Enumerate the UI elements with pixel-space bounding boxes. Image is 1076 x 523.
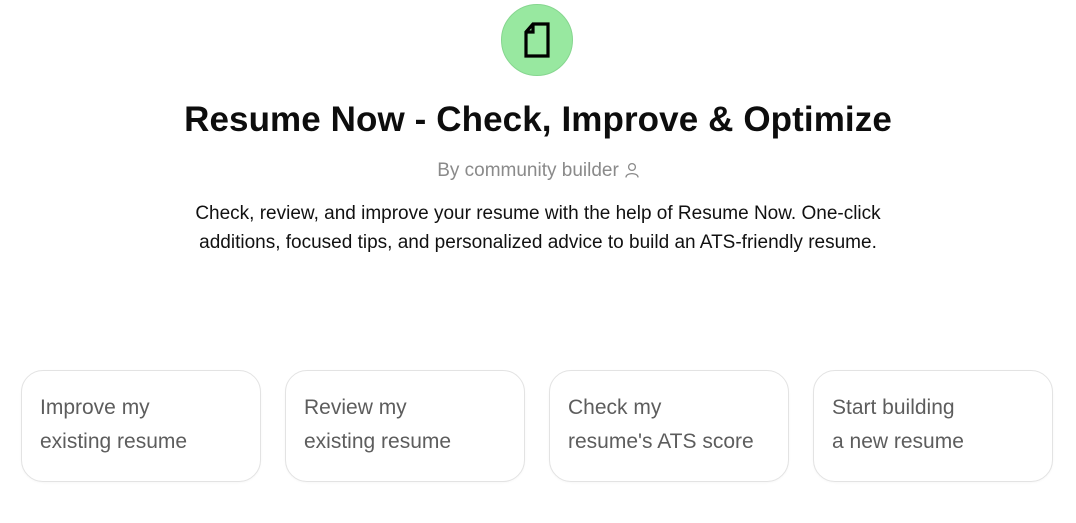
suggestion-line: Start building: [832, 396, 955, 419]
suggestion-line: Check my: [568, 396, 662, 419]
suggestion-card-new-resume[interactable]: Start building a new resume: [813, 370, 1053, 482]
suggestion-card-ats-score[interactable]: Check my resume's ATS score: [549, 370, 789, 482]
suggestion-line: resume's ATS score: [568, 430, 754, 453]
gpt-avatar: [501, 4, 573, 76]
suggestion-line: Improve my: [40, 396, 150, 419]
suggestion-line: a new resume: [832, 430, 964, 453]
suggestion-card-improve[interactable]: Improve my existing resume: [21, 370, 261, 482]
person-icon: [625, 162, 639, 178]
suggestion-line: existing resume: [40, 430, 188, 453]
suggestion-cards: Improve my existing resume Review my exi…: [21, 370, 1053, 482]
author-byline: By community builder: [0, 158, 1076, 184]
author-label: By community builder: [437, 160, 619, 181]
gpt-description: Check, review, and improve your resume w…: [195, 203, 881, 253]
page-title: Resume Now - Check, Improve & Optimize: [184, 100, 892, 139]
gpt-landing: Resume Now - Check, Improve & Optimize B…: [0, 0, 1076, 523]
suggestion-line: existing resume: [304, 430, 452, 453]
suggestion-card-review[interactable]: Review my existing resume: [285, 370, 525, 482]
document-icon: [524, 22, 550, 58]
suggestion-line: Review my: [304, 396, 407, 419]
